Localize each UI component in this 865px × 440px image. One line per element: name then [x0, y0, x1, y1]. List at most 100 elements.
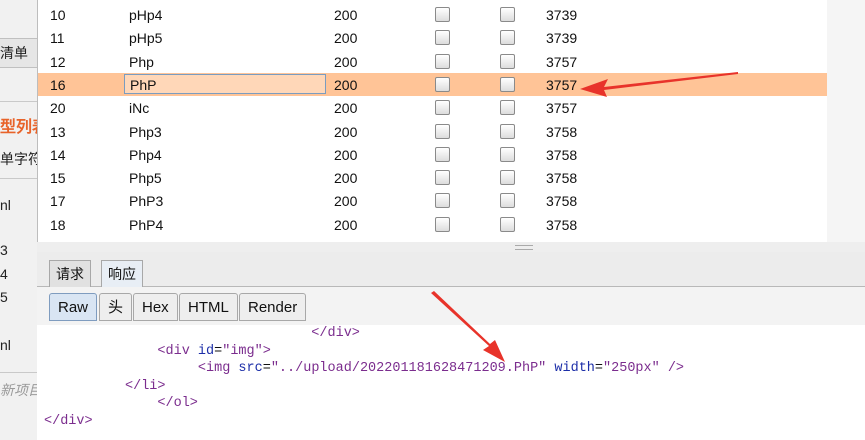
cell-error-flag	[435, 143, 450, 166]
left-panel-divider	[0, 101, 37, 102]
left-panel-label-list[interactable]: 清单	[0, 43, 28, 63]
code-line: </ol>	[157, 396, 198, 411]
code-token: </div>	[311, 326, 360, 341]
checkbox-icon	[435, 100, 450, 116]
left-panel-list-item[interactable]: 3	[0, 242, 8, 258]
left-panel-divider	[0, 372, 37, 373]
code-token: "250px"	[603, 361, 660, 377]
checkbox-icon	[435, 193, 450, 209]
left-panel-label-char: 单字符	[0, 151, 42, 167]
table-row[interactable]: 12 Php 200 3757	[38, 50, 828, 73]
tab-response[interactable]: 响应	[101, 260, 143, 287]
tab-render[interactable]: Render	[239, 293, 307, 321]
cell-length: 3757	[546, 53, 578, 70]
cell-error-flag	[435, 213, 450, 236]
cell-timeout-flag	[500, 50, 515, 73]
cell-error-flag	[435, 189, 450, 212]
checkbox-icon	[435, 123, 450, 139]
code-token: id	[197, 343, 215, 359]
cell-request-id: 15	[50, 170, 66, 187]
cell-status: 200	[334, 76, 358, 93]
table-row[interactable]: 17 PhP3 200 3758	[38, 189, 828, 212]
cell-status: 200	[334, 146, 358, 163]
checkbox-icon	[500, 193, 515, 209]
code-token: src	[238, 361, 263, 377]
tab-request[interactable]: 请求	[49, 260, 91, 287]
checkbox-icon	[500, 7, 515, 22]
cell-error-flag	[435, 73, 450, 96]
checkbox-icon	[435, 7, 450, 22]
cell-status: 200	[334, 193, 358, 210]
cell-payload: pHp4	[129, 7, 163, 23]
checkbox-icon	[435, 170, 450, 186]
cell-error-flag	[435, 166, 450, 189]
code-token: "img"	[222, 343, 263, 359]
left-panel-divider	[0, 178, 37, 179]
cell-length: 3739	[546, 30, 578, 47]
cell-error-flag	[435, 120, 450, 143]
code-token: =	[262, 361, 271, 377]
cell-status: 200	[334, 100, 358, 117]
code-line: </div>	[311, 326, 360, 341]
cell-length: 3739	[546, 7, 578, 23]
cell-payload: iNc	[129, 100, 150, 117]
left-panel-list-item[interactable]: nl	[0, 337, 11, 353]
cell-timeout-flag	[500, 120, 515, 143]
cell-request-id: 18	[50, 216, 66, 233]
code-token: </div>	[44, 414, 93, 429]
message-tab-bar: 请求 响应	[37, 252, 865, 287]
code-token: "../upload/202201181628471209.PhP"	[270, 361, 547, 377]
splitter-grip-icon[interactable]	[515, 245, 533, 250]
cell-request-id: 16	[50, 76, 66, 93]
table-row[interactable]: 11 pHp5 200 3739	[38, 26, 828, 49]
left-panel-list-item[interactable]: 4	[0, 266, 8, 282]
new-item-placeholder[interactable]: 新项目	[0, 380, 42, 400]
code-token: </ol>	[157, 396, 198, 412]
cell-request-id: 13	[50, 123, 66, 140]
code-token: >	[262, 343, 271, 359]
code-token: <img	[197, 361, 239, 377]
left-side-panel: 清单 型列表 单字符 nl 3 4 5 nl 新项目	[0, 0, 48, 440]
response-body-editor[interactable]: </div> <div id="img"> <img src="../upload/…	[37, 325, 865, 440]
cell-length: 3758	[546, 170, 578, 187]
left-panel-list-item[interactable]: nl	[0, 197, 11, 213]
cell-timeout-flag	[500, 166, 515, 189]
code-token: />	[659, 361, 685, 377]
table-row[interactable]: 20 iNc 200 3757	[38, 96, 828, 119]
tab-hex[interactable]: Hex	[133, 293, 178, 321]
code-token: =	[214, 343, 223, 359]
cell-length: 3757	[546, 76, 578, 93]
cell-status: 200	[334, 7, 358, 23]
cell-timeout-flag	[500, 143, 515, 166]
table-row[interactable]: 13 Php3 200 3758	[38, 120, 828, 143]
cell-status: 200	[334, 170, 358, 187]
cell-payload: pHp5	[129, 30, 163, 47]
checkbox-icon	[435, 216, 450, 232]
checkbox-icon	[500, 123, 515, 139]
table-row[interactable]: 18 PhP4 200 3758	[38, 213, 828, 236]
cell-timeout-flag	[500, 3, 515, 26]
tab-headers[interactable]: 头	[99, 293, 133, 321]
cell-error-flag	[435, 96, 450, 119]
tab-raw[interactable]: Raw	[49, 293, 98, 321]
checkbox-icon	[500, 53, 515, 69]
cell-status: 200	[334, 53, 358, 70]
table-row-selected[interactable]: 16 PhP 200 3757	[38, 72, 828, 96]
table-row[interactable]: 10 pHp4 200 3739	[38, 3, 828, 26]
code-token: width	[554, 361, 595, 377]
cell-payload: Php5	[129, 170, 162, 187]
tab-html[interactable]: HTML	[179, 293, 238, 321]
checkbox-icon	[500, 170, 515, 186]
code-line: <div id="img">	[157, 344, 270, 359]
cell-length: 3758	[546, 123, 578, 140]
cell-request-id: 12	[50, 53, 66, 70]
table-row[interactable]: 14 Php4 200 3758	[38, 143, 828, 166]
left-panel-list-item[interactable]: 5	[0, 289, 8, 305]
cell-payload: Php3	[129, 123, 162, 140]
code-token: </li>	[125, 378, 166, 394]
table-row[interactable]: 15 Php5 200 3758	[38, 166, 828, 189]
cell-payload: PhP	[124, 73, 326, 94]
checkbox-icon	[500, 146, 515, 162]
table-right-margin	[827, 0, 865, 242]
cell-payload: Php4	[129, 146, 162, 163]
